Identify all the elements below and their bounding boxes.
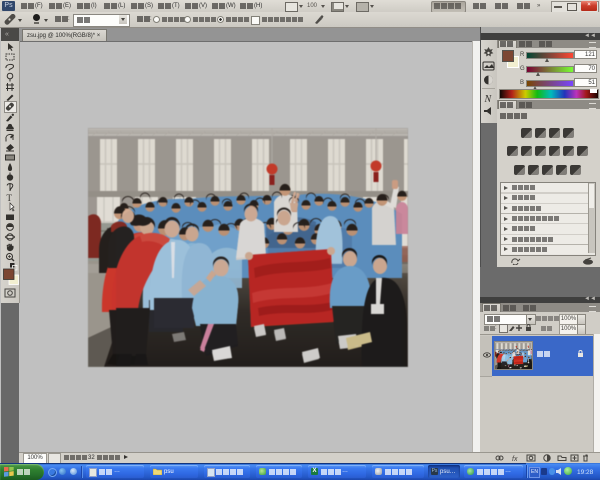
svg-text:N: N (484, 94, 493, 105)
svg-text:T: T (7, 193, 13, 203)
svg-text:fx: fx (512, 456, 518, 462)
